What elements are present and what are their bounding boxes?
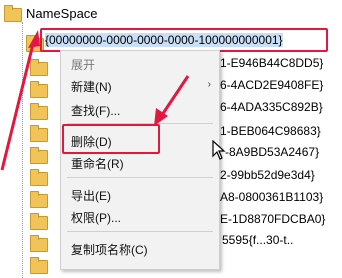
left-arrow-head-icon	[28, 30, 40, 48]
left-arrow-shaft	[0, 39, 36, 171]
right-arrow-shaft	[158, 75, 190, 119]
annotation-arrows	[0, 30, 190, 171]
regedit-screenshot: NameSpace {00000000-0000-0000-0000-10000…	[0, 0, 342, 278]
mouse-cursor-icon	[212, 140, 226, 160]
